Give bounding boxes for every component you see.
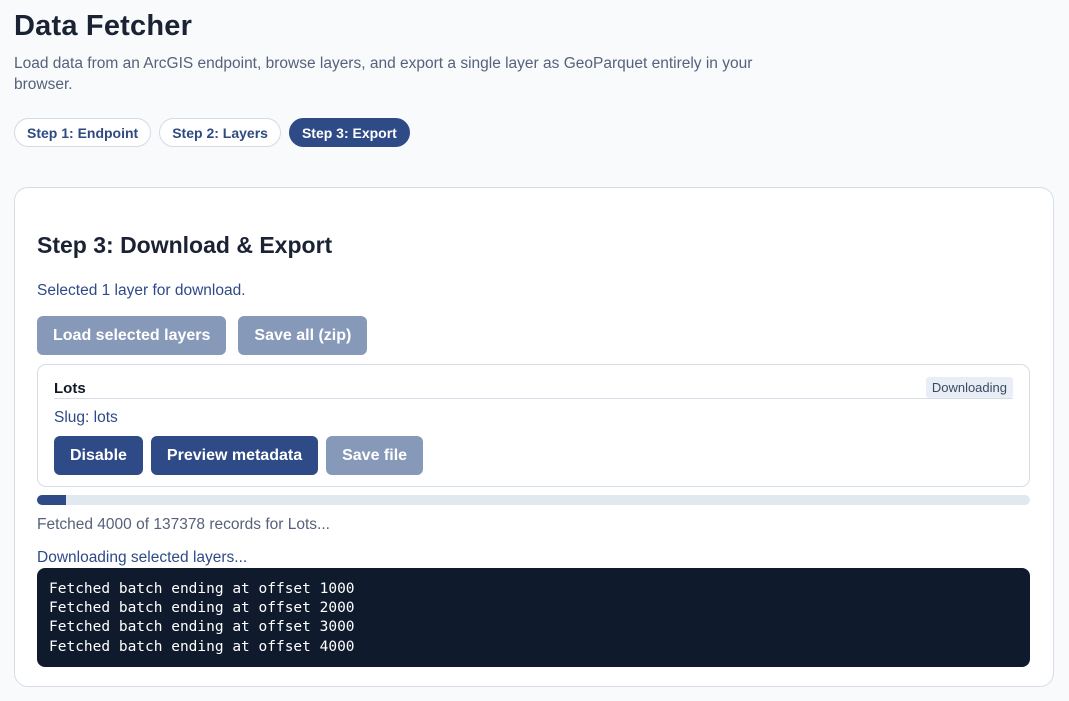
disable-button[interactable]: Disable <box>54 436 143 475</box>
export-title: Step 3: Download & Export <box>37 232 333 258</box>
save-file-button[interactable]: Save file <box>326 436 424 475</box>
step-1-endpoint-tab[interactable]: Step 1: Endpoint <box>14 118 152 147</box>
export-card: Step 3: Download & Export Selected 1 lay… <box>14 187 1054 687</box>
step-3-export-tab[interactable]: Step 3: Export <box>288 118 410 147</box>
layer-slug: Slug: lots <box>54 409 118 426</box>
log-console: Fetched batch ending at offset 1000 Fetch… <box>37 568 1030 667</box>
layer-actions: Disable Preview metadata Save file <box>54 436 424 475</box>
progress-fill <box>37 495 66 505</box>
app-title: Data Fetcher <box>14 10 193 42</box>
step-nav: Step 1: Endpoint Step 2: Layers Step 3: … <box>14 118 410 147</box>
export-actions: Load selected layers Save all (zip) <box>37 316 368 355</box>
log-line: Fetched batch ending at offset 1000 <box>49 581 355 597</box>
fetched-status-text: Fetched 4000 of 137378 records for Lots.… <box>37 516 330 533</box>
step-2-layers-tab[interactable]: Step 2: Layers <box>159 118 281 147</box>
log-line: Fetched batch ending at offset 4000 <box>49 638 355 655</box>
progress-bar <box>37 495 1030 505</box>
log-line: Fetched batch ending at offset 2000 <box>49 600 355 617</box>
page: Data Fetcher Load data from an ArcGIS en… <box>0 0 1069 701</box>
status-badge: Downloading <box>925 377 1013 398</box>
layer-divider <box>54 398 1013 399</box>
load-selected-layers-button[interactable]: Load selected layers <box>37 316 227 355</box>
downloading-status-text: Downloading selected layers... <box>37 549 248 566</box>
layer-name: Lots <box>54 380 86 397</box>
save-all-zip-button[interactable]: Save all (zip) <box>238 316 368 355</box>
log-line: Fetched batch ending at offset 3000 <box>49 619 355 636</box>
layer-item: Lots Downloading Slug: lots Disable Prev… <box>37 364 1030 487</box>
preview-metadata-button[interactable]: Preview metadata <box>150 436 319 475</box>
app-description: Load data from an ArcGIS endpoint, brows… <box>14 55 753 93</box>
selected-count-text: Selected 1 layer for download. <box>37 282 246 299</box>
